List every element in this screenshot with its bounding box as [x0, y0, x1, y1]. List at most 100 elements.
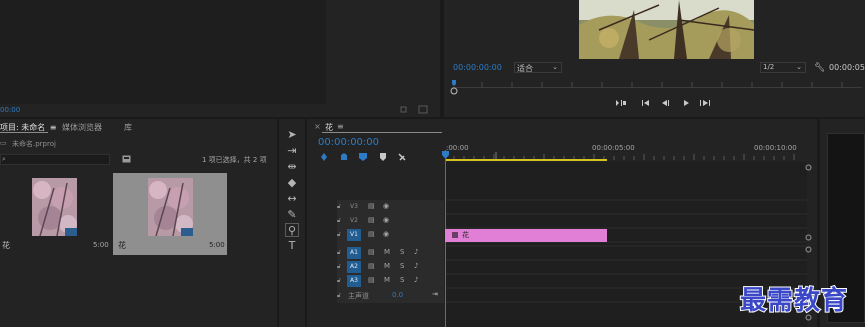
video-clip-name: 花	[462, 231, 469, 239]
solo-button[interactable]: S	[400, 262, 404, 270]
solo-button[interactable]: S	[400, 248, 404, 256]
scroll-handle-audio[interactable]	[805, 246, 812, 253]
eye-icon[interactable]: ◉	[383, 216, 389, 224]
lock-icon[interactable]: 🔓︎	[337, 263, 341, 271]
sync-lock-icon[interactable]: ▤	[368, 248, 375, 256]
lock-icon[interactable]: 🔓︎	[337, 231, 341, 239]
microphone-icon[interactable]: ♪	[414, 276, 418, 284]
source-timecode: 00:00	[0, 106, 21, 114]
program-video-frame	[579, 0, 754, 59]
transport-controls	[614, 98, 714, 108]
program-timecode[interactable]: 00:00:00:00	[453, 63, 502, 72]
solo-button[interactable]: S	[400, 276, 404, 284]
timeline-toolbar	[319, 152, 414, 162]
clip-thumbnail	[148, 178, 193, 236]
eye-icon[interactable]: ◉	[383, 230, 389, 238]
track-target-v3[interactable]: V3	[347, 201, 361, 213]
program-duration: 00:00:05:	[829, 63, 865, 72]
master-volume-value[interactable]: 0.0	[392, 291, 403, 299]
zoom-fit-value: 适合	[517, 64, 533, 73]
pen-tool-icon[interactable]: ✎	[285, 208, 299, 222]
track-headers: 🔓︎ V3 ▤ ◉ 🔓︎ V2 ▤ ◉ 🔓︎ V1 ▤ ◉ 🔓︎ A1 ▤ M …	[337, 200, 444, 303]
razor-tool-icon[interactable]: ◆	[285, 176, 299, 190]
go-to-out-icon[interactable]: ⇥	[432, 290, 438, 298]
sync-lock-icon[interactable]: ▤	[368, 262, 375, 270]
scroll-handle-top[interactable]	[805, 164, 812, 171]
zoom-fit-dropdown[interactable]: 适合 ⌄	[514, 62, 562, 73]
sync-lock-icon[interactable]: ▤	[368, 276, 375, 284]
chevron-down-icon: ⌄	[796, 63, 802, 71]
lock-icon[interactable]: 🔓︎	[337, 217, 341, 225]
insert-icon[interactable]	[400, 105, 410, 114]
track-header-a1: 🔓︎ A1 ▤ M S ♪	[337, 246, 444, 260]
master-track-label: 主声道	[348, 292, 369, 300]
panel-menu-icon[interactable]: ≡	[50, 123, 57, 132]
eye-icon[interactable]: ◉	[383, 202, 389, 210]
track-header-v1: 🔓︎ V1 ▤ ◉	[337, 228, 444, 242]
lock-icon[interactable]: 🔓︎	[337, 277, 341, 285]
resolution-value: 1/2	[763, 63, 775, 71]
search-icon: ⌕	[2, 155, 6, 163]
mute-button[interactable]: M	[384, 276, 390, 284]
project-search-input[interactable]: ⌕	[0, 154, 110, 165]
track-select-tool-icon[interactable]: ⇥	[285, 144, 299, 158]
track-target-a2[interactable]: A2	[347, 261, 361, 273]
wrench-icon[interactable]: 🔧︎	[814, 63, 825, 73]
program-time-ruler[interactable]	[452, 78, 862, 88]
watermark: 最需教育	[739, 285, 849, 317]
active-tab-underline	[322, 132, 442, 133]
track-header-a2: 🔓︎ A2 ▤ M S ♪	[337, 260, 444, 274]
microphone-icon[interactable]: ♪	[414, 262, 418, 270]
work-area-bar[interactable]	[446, 159, 607, 161]
clip-name: 花	[118, 241, 126, 250]
scroll-handle-mid[interactable]	[805, 234, 812, 241]
close-tab-icon[interactable]: ×	[314, 122, 321, 131]
sync-lock-icon[interactable]: ▤	[368, 230, 375, 238]
clip-name: 花	[2, 241, 10, 250]
sequence-timecode[interactable]: 00:00:00:00	[318, 137, 379, 148]
track-header-a3: 🔓︎ A3 ▤ M S ♪	[337, 274, 444, 288]
lock-icon[interactable]: 🔓︎	[337, 249, 341, 257]
playback-resolution-dropdown[interactable]: 1/2 ⌄	[760, 62, 806, 73]
chevron-down-icon: ⌄	[552, 63, 558, 71]
track-target-a1[interactable]: A1	[347, 247, 361, 259]
mute-button[interactable]: M	[384, 262, 390, 270]
tab-project-label: 项目: 未命名	[0, 123, 46, 132]
sync-lock-icon[interactable]: ▤	[368, 216, 375, 224]
ripple-edit-tool-icon[interactable]: ⇹	[285, 160, 299, 174]
track-target-v1[interactable]: V1	[347, 229, 361, 241]
new-bin-icon[interactable]	[122, 155, 131, 163]
project-item-card[interactable]: 花 5:00	[0, 173, 110, 255]
playhead-circle-icon[interactable]	[450, 87, 460, 97]
track-header-v2: 🔓︎ V2 ▤ ◉	[337, 214, 444, 228]
tab-media-browser[interactable]: 媒体浏览器	[62, 122, 102, 133]
sync-lock-icon[interactable]: ▤	[368, 202, 375, 210]
track-header-v3: 🔓︎ V3 ▤ ◉	[337, 200, 444, 214]
mute-button[interactable]: M	[384, 248, 390, 256]
slip-tool-icon[interactable]: ↔	[285, 192, 299, 206]
fx-badge-icon	[452, 232, 458, 238]
lock-icon[interactable]: 🔓︎	[337, 292, 341, 300]
track-target-a3[interactable]: A3	[347, 275, 361, 287]
tab-library[interactable]: 库	[124, 122, 132, 133]
folder-icon: ▭	[0, 139, 7, 147]
project-file-name: 未命名.prproj	[12, 140, 56, 148]
track-target-v2[interactable]: V2	[347, 215, 361, 227]
hand-tool-icon[interactable]: ⚲	[285, 223, 299, 237]
export-frame-icon[interactable]	[418, 105, 428, 114]
ruler-label: 00:00:05:00	[592, 144, 635, 152]
clip-duration: 5:00	[209, 241, 225, 249]
panel-menu-icon[interactable]: ≡	[337, 122, 344, 131]
clip-duration: 5:00	[93, 241, 109, 249]
selection-tool-icon[interactable]: ➤	[285, 128, 299, 142]
microphone-icon[interactable]: ♪	[414, 248, 418, 256]
selection-status: 1 项已选择，共 2 项	[202, 156, 267, 164]
video-clip[interactable]	[445, 229, 607, 242]
source-viewer	[0, 0, 326, 104]
clip-thumbnail	[32, 178, 77, 236]
active-tab-underline	[0, 132, 48, 133]
lock-icon[interactable]: 🔓︎	[337, 203, 341, 211]
type-tool-icon[interactable]: T	[285, 239, 299, 253]
project-item-card-selected[interactable]: 花 5:00	[113, 173, 227, 255]
playhead-handle[interactable]	[442, 151, 450, 159]
